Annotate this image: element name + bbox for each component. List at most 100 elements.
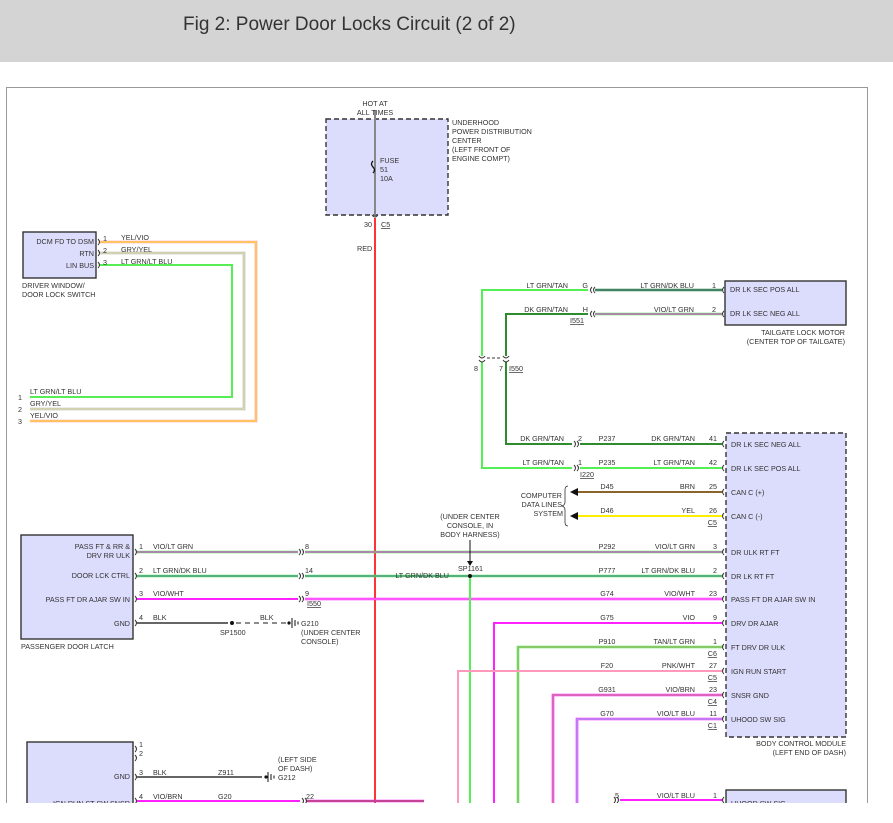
pin-number: 3 [18,417,22,426]
hot-at-all-times-label: HOT AT [362,99,388,108]
tailgate-pin-label: DR LK SEC NEG ALL [730,309,800,318]
circuit-id: P235 [599,458,616,467]
pin-number: 1 [713,637,717,646]
pin-number: 2 [713,566,717,575]
pin-number: 41 [709,434,717,443]
sp1161-note: (UNDER CENTER [440,512,500,521]
wire-label: YEL/VIO [121,233,149,242]
wire-label: VIO [683,613,696,622]
wire-label: LT GRN/DK BLU [640,281,694,290]
g210-note: CONSOLE) [301,637,339,646]
wire-label: VIO/WHT [664,589,695,598]
g212-note: OF DASH) [278,764,312,773]
wire-label: VIO/LT GRN [654,305,694,314]
bcm-pin-label: DR LK SEC NEG ALL [731,440,801,449]
bcm-pin-label: DR ULK RT FT [731,548,780,557]
pin-number: 1 [578,458,582,467]
sp1161-note: BODY HARNESS) [440,530,499,539]
red-wire-label: RED [357,244,372,253]
connector-id: C4 [708,697,717,706]
pdc-name: POWER DISTRIBUTION [452,127,532,136]
i550-name: I550 [307,599,321,608]
bcm-pin-label: UHOOD SW SIG [731,715,786,724]
g210-terminal [287,621,291,625]
pin-number: 2 [103,246,107,255]
latch-pin-label: DRV RR ULK [87,551,131,560]
circuit-id: D45 [600,482,613,491]
bcm-pin-label: DR LK RT FT [731,572,775,581]
pin-number: 2 [139,749,143,758]
data-lines-label: DATA LINES [522,500,563,509]
sp1500-label: SP1500 [220,628,246,637]
pin-number: 5 [615,791,619,800]
wire-label: GRY/YEL [121,245,152,254]
pdc-connector: C5 [381,220,390,229]
connector-id: C6 [708,649,717,658]
wire-label: LT GRN/DK BLU [153,566,207,575]
i551-name: I551 [570,316,584,325]
pdc-name: ENGINE COMPT) [452,154,510,163]
pin-number: 42 [709,458,717,467]
pin-number: 1 [139,740,143,749]
wire-label: LT GRN/DK BLU [395,571,449,580]
i550-name: I550 [509,364,523,373]
circuit-id: F20 [601,661,613,670]
pin-number: 7 [499,364,503,373]
wire-label: LT GRN/DK BLU [641,566,695,575]
bcm-name: (LEFT END OF DASH) [773,748,846,757]
pin-number: 8 [474,364,478,373]
data-lines-label: SYSTEM [533,509,563,518]
wire-label: PNK/WHT [662,661,696,670]
bcm-pin-label: DR LK SEC POS ALL [731,464,801,473]
circuit-id: G931 [598,685,616,694]
pin-number: 2 [578,434,582,443]
circuit-id: G20 [218,792,232,801]
pin-number: 27 [709,661,717,670]
wire-label: GRY/YEL [30,399,61,408]
pin-number: 8 [305,542,309,551]
driver-switch-pin-label: RTN [79,249,94,258]
wire-label: YEL/VIO [30,411,58,420]
g210-note: (UNDER CENTER [301,628,361,637]
pin-number: 9 [713,613,717,622]
hood-switch-pin-label: UHOOD SW SIG [731,799,786,808]
wire-label: VIO/LT GRN [153,542,193,551]
wire-label: BLK [260,613,274,622]
pin-number: 3 [139,589,143,598]
pdc-pin: 30 [364,220,372,229]
bcm-name: BODY CONTROL MODULE [756,739,846,748]
tailgate-pin-label: DR LK SEC POS ALL [730,285,800,294]
tailgate-name: TAILGATE LOCK MOTOR [761,328,845,337]
pin-number: 25 [709,482,717,491]
latch-name: PASSENGER DOOR LATCH [21,642,114,651]
pin-number: 23 [709,685,717,694]
wire-label: BLK [153,613,167,622]
connector-id: C5 [708,673,717,682]
pin-number: 3 [103,258,107,267]
i551-pin: H [583,305,588,314]
bcm-pin-label: CAN C (-) [731,512,763,521]
pdc-name: (LEFT FRONT OF [452,145,511,154]
g212-note: (LEFT SIDE [278,755,317,764]
i551-pin: G [582,281,588,290]
circuit-id: P237 [599,434,616,443]
driver-switch-name: DOOR LOCK SWITCH [22,290,95,299]
pin-number: 2 [18,405,22,414]
pin-number: 3 [713,542,717,551]
pin-number: 26 [709,506,717,515]
pin-number: 23 [709,589,717,598]
pin-number: 1 [103,234,107,243]
sp1500-splice [230,621,234,625]
i220-name: I220 [580,470,594,479]
pin-number: 22 [306,792,314,801]
bcm-pin-label: SNSR GND [731,691,769,700]
fuse-label: FUSE [380,156,399,165]
latch-pin-label: GND [114,619,130,628]
driver-switch-name: DRIVER WINDOW/ [22,281,85,290]
pin-number: 2 [712,305,716,314]
bcm-pin-label: DRV DR AJAR [731,619,778,628]
bcm-pin-label: PASS FT DR AJAR SW IN [731,595,815,604]
wire-label: VIO/BRN [153,792,183,801]
wire-label: VIO/WHT [153,589,184,598]
pin-number: 3 [139,768,143,777]
